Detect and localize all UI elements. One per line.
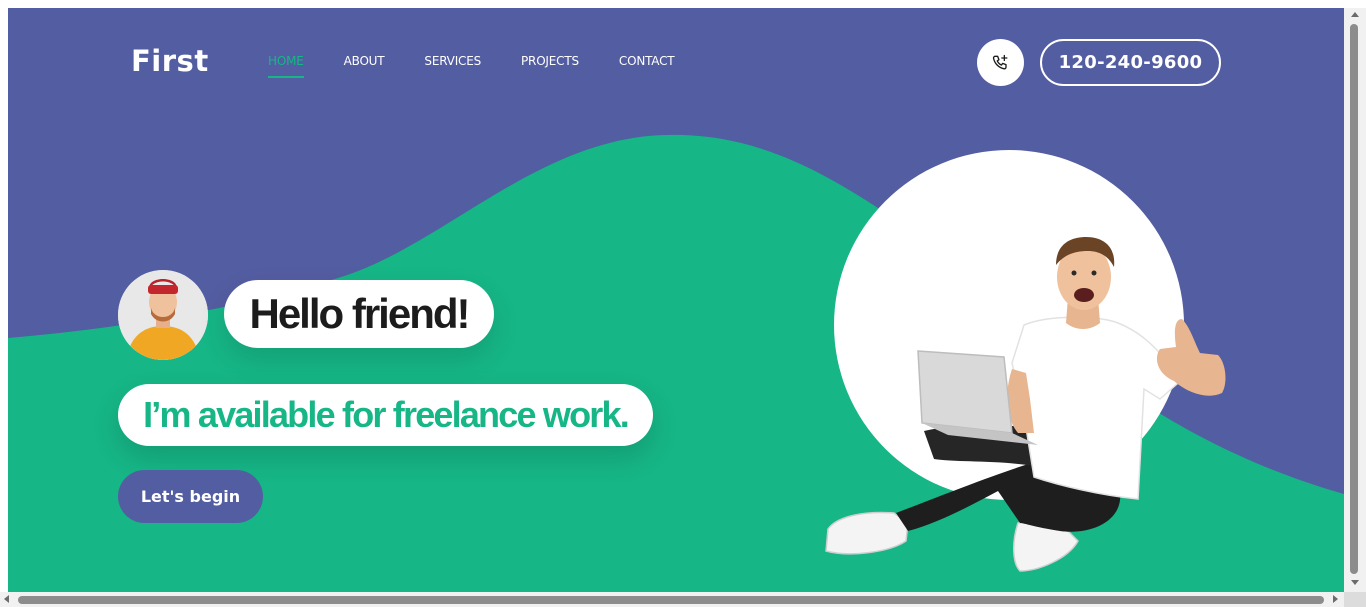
phone-add-icon [992,54,1007,69]
nav-item-services[interactable]: SERVICES [424,54,481,78]
man-with-laptop-photo [825,237,1226,572]
scroll-right-arrow-icon[interactable] [1333,595,1338,603]
scroll-down-arrow-icon[interactable] [1351,580,1359,585]
phone-number-button[interactable]: 120-240-9600 [1040,39,1221,86]
scrollbar-corner [1344,592,1366,607]
scroll-left-arrow-icon[interactable] [4,595,9,603]
page-viewport: First HOME ABOUT SERVICES PROJECTS CONTA… [8,8,1344,592]
horizontal-scrollbar-thumb[interactable] [18,596,1324,604]
hero-greeting: Hello friend! [224,280,494,348]
scroll-up-arrow-icon[interactable] [1351,12,1359,17]
avatar [118,270,208,360]
nav-item-projects[interactable]: PROJECTS [521,54,579,78]
nav-item-about[interactable]: ABOUT [344,54,385,78]
horizontal-scrollbar[interactable] [0,592,1344,607]
site-logo[interactable]: First [131,44,209,78]
vertical-scrollbar-thumb[interactable] [1350,24,1358,574]
hero-tagline: I’m available for freelance work. [118,384,653,446]
main-nav: HOME ABOUT SERVICES PROJECTS CONTACT [268,54,714,78]
vertical-scrollbar[interactable] [1344,8,1366,592]
avatar-photo [118,270,208,360]
nav-item-contact[interactable]: CONTACT [619,54,675,78]
phone-call-button[interactable] [977,39,1024,86]
lets-begin-button[interactable]: Let's begin [118,470,263,523]
nav-item-home[interactable]: HOME [268,54,304,78]
